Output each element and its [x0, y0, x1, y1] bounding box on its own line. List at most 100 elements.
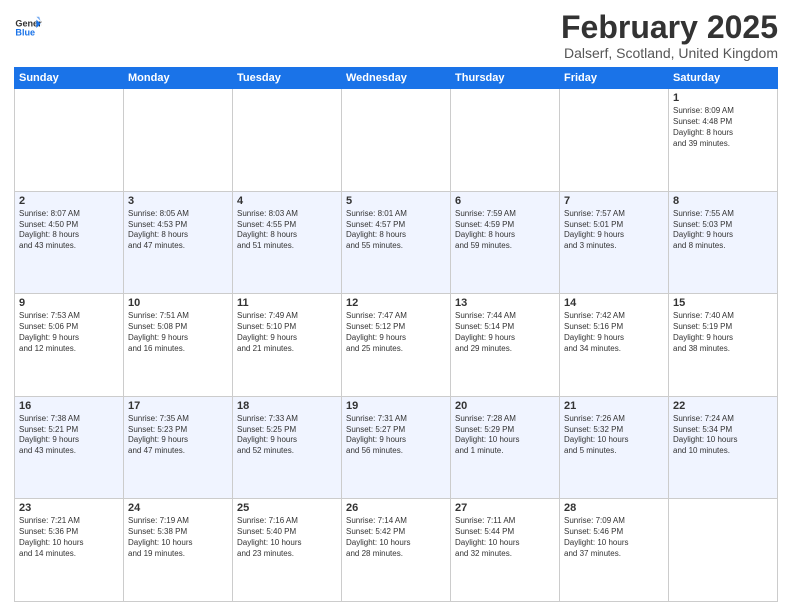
day-detail: Sunrise: 7:57 AM Sunset: 5:01 PM Dayligh… [564, 209, 664, 252]
day-number: 11 [237, 297, 337, 309]
day-number: 2 [19, 195, 119, 207]
title-block: February 2025 Dalserf, Scotland, United … [561, 10, 778, 61]
day-number: 15 [673, 297, 773, 309]
day-number: 10 [128, 297, 228, 309]
calendar-cell: 22 Sunrise: 7:24 AM Sunset: 5:34 PM Dayli… [669, 396, 778, 499]
day-number: 20 [455, 400, 555, 412]
day-number: 23 [19, 502, 119, 514]
calendar-cell: 23 Sunrise: 7:21 AM Sunset: 5:36 PM Dayli… [15, 499, 124, 602]
calendar-cell: 5 Sunrise: 8:01 AM Sunset: 4:57 PM Daylig… [342, 191, 451, 294]
day-detail: Sunrise: 7:16 AM Sunset: 5:40 PM Dayligh… [237, 516, 337, 559]
calendar-cell: 3Sunrise: 8:05 AM Sunset: 4:53 PM Daylig… [124, 191, 233, 294]
day-number: 19 [346, 400, 446, 412]
header: General Blue February 2025 Dalserf, Scot… [14, 10, 778, 61]
svg-text:Blue: Blue [15, 28, 35, 38]
calendar-cell: 9 Sunrise: 7:53 AM Sunset: 5:06 PM Daylig… [15, 294, 124, 397]
calendar-cell: 26Sunrise: 7:14 AM Sunset: 5:42 PM Dayli… [342, 499, 451, 602]
day-detail: Sunrise: 7:55 AM Sunset: 5:03 PM Dayligh… [673, 209, 773, 252]
calendar-cell: 24 Sunrise: 7:19 AM Sunset: 5:38 PM Dayli… [124, 499, 233, 602]
calendar-cell: 11 Sunrise: 7:49 AM Sunset: 5:10 PM Dayli… [233, 294, 342, 397]
calendar-cell: 19Sunrise: 7:31 AM Sunset: 5:27 PM Dayli… [342, 396, 451, 499]
calendar-week-row: 9 Sunrise: 7:53 AM Sunset: 5:06 PM Daylig… [15, 294, 778, 397]
col-header-monday: Monday [124, 68, 233, 89]
calendar-cell [233, 89, 342, 192]
day-number: 12 [346, 297, 446, 309]
day-detail: Sunrise: 7:51 AM Sunset: 5:08 PM Dayligh… [128, 311, 228, 354]
day-detail: Sunrise: 7:44 AM Sunset: 5:14 PM Dayligh… [455, 311, 555, 354]
day-number: 16 [19, 400, 119, 412]
page: General Blue February 2025 Dalserf, Scot… [0, 0, 792, 612]
day-detail: Sunrise: 7:49 AM Sunset: 5:10 PM Dayligh… [237, 311, 337, 354]
calendar-cell: 16 Sunrise: 7:38 AM Sunset: 5:21 PM Dayli… [15, 396, 124, 499]
calendar-cell: 10 Sunrise: 7:51 AM Sunset: 5:08 PM Dayli… [124, 294, 233, 397]
day-detail: Sunrise: 7:42 AM Sunset: 5:16 PM Dayligh… [564, 311, 664, 354]
logo-icon: General Blue [14, 14, 42, 42]
day-number: 22 [673, 400, 773, 412]
day-detail: Sunrise: 7:26 AM Sunset: 5:32 PM Dayligh… [564, 414, 664, 457]
calendar-cell: 6Sunrise: 7:59 AM Sunset: 4:59 PM Daylig… [451, 191, 560, 294]
day-detail: Sunrise: 7:59 AM Sunset: 4:59 PM Dayligh… [455, 209, 555, 252]
calendar-cell [669, 499, 778, 602]
calendar-cell: 1 Sunrise: 8:09 AM Sunset: 4:48 PM Daylig… [669, 89, 778, 192]
day-number: 17 [128, 400, 228, 412]
day-number: 13 [455, 297, 555, 309]
day-detail: Sunrise: 8:01 AM Sunset: 4:57 PM Dayligh… [346, 209, 446, 252]
day-detail: Sunrise: 8:09 AM Sunset: 4:48 PM Dayligh… [673, 106, 773, 149]
day-detail: Sunrise: 7:38 AM Sunset: 5:21 PM Dayligh… [19, 414, 119, 457]
day-number: 1 [673, 92, 773, 104]
calendar-cell: 20Sunrise: 7:28 AM Sunset: 5:29 PM Dayli… [451, 396, 560, 499]
calendar-cell: 4 Sunrise: 8:03 AM Sunset: 4:55 PM Daylig… [233, 191, 342, 294]
day-number: 4 [237, 195, 337, 207]
day-detail: Sunrise: 8:03 AM Sunset: 4:55 PM Dayligh… [237, 209, 337, 252]
day-detail: Sunrise: 7:53 AM Sunset: 5:06 PM Dayligh… [19, 311, 119, 354]
logo: General Blue [14, 14, 42, 42]
day-detail: Sunrise: 7:24 AM Sunset: 5:34 PM Dayligh… [673, 414, 773, 457]
calendar-week-row: 1 Sunrise: 8:09 AM Sunset: 4:48 PM Daylig… [15, 89, 778, 192]
day-number: 5 [346, 195, 446, 207]
col-header-wednesday: Wednesday [342, 68, 451, 89]
calendar-cell: 17 Sunrise: 7:35 AM Sunset: 5:23 PM Dayli… [124, 396, 233, 499]
day-number: 27 [455, 502, 555, 514]
day-number: 24 [128, 502, 228, 514]
calendar-cell: 8 Sunrise: 7:55 AM Sunset: 5:03 PM Daylig… [669, 191, 778, 294]
calendar-cell: 25 Sunrise: 7:16 AM Sunset: 5:40 PM Dayli… [233, 499, 342, 602]
day-number: 8 [673, 195, 773, 207]
calendar-cell: 13 Sunrise: 7:44 AM Sunset: 5:14 PM Dayli… [451, 294, 560, 397]
calendar-week-row: 2 Sunrise: 8:07 AM Sunset: 4:50 PM Daylig… [15, 191, 778, 294]
calendar-cell: 12Sunrise: 7:47 AM Sunset: 5:12 PM Dayli… [342, 294, 451, 397]
day-detail: Sunrise: 8:05 AM Sunset: 4:53 PM Dayligh… [128, 209, 228, 252]
day-detail: Sunrise: 7:35 AM Sunset: 5:23 PM Dayligh… [128, 414, 228, 457]
calendar-cell [342, 89, 451, 192]
day-number: 21 [564, 400, 664, 412]
calendar-cell: 14 Sunrise: 7:42 AM Sunset: 5:16 PM Dayli… [560, 294, 669, 397]
calendar-cell: 2 Sunrise: 8:07 AM Sunset: 4:50 PM Daylig… [15, 191, 124, 294]
calendar-cell: 15Sunrise: 7:40 AM Sunset: 5:19 PM Dayli… [669, 294, 778, 397]
day-detail: Sunrise: 7:33 AM Sunset: 5:25 PM Dayligh… [237, 414, 337, 457]
calendar-table: SundayMondayTuesdayWednesdayThursdayFrid… [14, 67, 778, 602]
day-detail: Sunrise: 7:14 AM Sunset: 5:42 PM Dayligh… [346, 516, 446, 559]
day-number: 28 [564, 502, 664, 514]
calendar-header-row: SundayMondayTuesdayWednesdayThursdayFrid… [15, 68, 778, 89]
day-number: 14 [564, 297, 664, 309]
calendar-cell: 28 Sunrise: 7:09 AM Sunset: 5:46 PM Dayli… [560, 499, 669, 602]
day-number: 25 [237, 502, 337, 514]
day-detail: Sunrise: 7:21 AM Sunset: 5:36 PM Dayligh… [19, 516, 119, 559]
calendar-cell: 7 Sunrise: 7:57 AM Sunset: 5:01 PM Daylig… [560, 191, 669, 294]
calendar-week-row: 23 Sunrise: 7:21 AM Sunset: 5:36 PM Dayli… [15, 499, 778, 602]
location: Dalserf, Scotland, United Kingdom [561, 45, 778, 61]
col-header-tuesday: Tuesday [233, 68, 342, 89]
day-number: 9 [19, 297, 119, 309]
day-number: 18 [237, 400, 337, 412]
calendar-cell [451, 89, 560, 192]
month-title: February 2025 [561, 10, 778, 45]
calendar-week-row: 16 Sunrise: 7:38 AM Sunset: 5:21 PM Dayli… [15, 396, 778, 499]
calendar-cell [560, 89, 669, 192]
day-detail: Sunrise: 7:11 AM Sunset: 5:44 PM Dayligh… [455, 516, 555, 559]
col-header-sunday: Sunday [15, 68, 124, 89]
col-header-thursday: Thursday [451, 68, 560, 89]
day-detail: Sunrise: 7:19 AM Sunset: 5:38 PM Dayligh… [128, 516, 228, 559]
calendar-cell: 27 Sunrise: 7:11 AM Sunset: 5:44 PM Dayli… [451, 499, 560, 602]
day-detail: Sunrise: 8:07 AM Sunset: 4:50 PM Dayligh… [19, 209, 119, 252]
day-number: 7 [564, 195, 664, 207]
day-detail: Sunrise: 7:09 AM Sunset: 5:46 PM Dayligh… [564, 516, 664, 559]
